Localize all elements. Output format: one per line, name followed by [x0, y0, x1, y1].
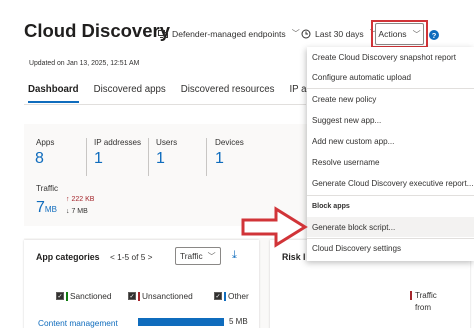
metric-select-value: Traffic	[180, 251, 203, 261]
upload-arrow-icon: ↑	[66, 196, 70, 203]
pager: < 1-5 of 5 >	[110, 252, 152, 262]
help-icon[interactable]: ?	[429, 30, 439, 40]
download-value: 7 MB	[71, 208, 88, 215]
upload-value: 222 KB	[71, 196, 95, 203]
risk-legend: Traffic from	[410, 290, 437, 314]
traffic-number: 7	[36, 199, 45, 216]
stat-users-value[interactable]: 1	[156, 150, 165, 168]
legend-label: Other	[228, 291, 249, 301]
endpoints-filter[interactable]: Defender-managed endpoints ﹀	[158, 28, 300, 39]
stat-traffic-label: Traffic	[36, 184, 59, 193]
risk-card-title: Risk l	[282, 252, 306, 262]
menu-divider	[307, 88, 474, 89]
download-arrow-icon: ↓	[66, 208, 70, 215]
risk-legend-line: from	[415, 303, 431, 312]
other-swatch	[224, 291, 226, 301]
traffic-download: ↓ 7 MB	[66, 208, 88, 215]
stat-ip-label: IP addresses	[94, 138, 142, 147]
category-row-bar	[138, 318, 224, 326]
risk-legend-line: Traffic	[410, 290, 437, 302]
menu-item-add-custom-app[interactable]: Add new custom app...	[312, 137, 394, 146]
menu-item-executive-report[interactable]: Generate Cloud Discovery executive repor…	[312, 179, 474, 188]
menu-item-cloud-discovery-settings[interactable]: Cloud Discovery settings	[312, 244, 401, 253]
legend-label: Sanctioned	[70, 291, 112, 301]
tab-divider	[24, 104, 306, 105]
menu-item-create-snapshot[interactable]: Create Cloud Discovery snapshot report	[312, 53, 456, 62]
chevron-down-icon: ﹀	[291, 29, 300, 38]
menu-divider	[307, 195, 474, 196]
actions-highlight-box	[371, 20, 428, 48]
stat-traffic-value[interactable]: 7MB	[36, 199, 57, 217]
checkbox-icon: ✓	[128, 292, 136, 300]
unsanctioned-swatch	[138, 291, 140, 301]
date-filter[interactable]: Last 30 days ﹀	[301, 28, 378, 39]
traffic-upload: ↑ 222 KB	[66, 196, 94, 203]
menu-item-generate-block-script[interactable]: Generate block script...	[312, 223, 395, 232]
category-row-label[interactable]: Content management	[38, 318, 118, 328]
stat-separator	[206, 138, 207, 176]
chevron-down-icon: ﹀	[207, 251, 216, 261]
page-title: Cloud Discovery	[24, 20, 170, 41]
menu-item-resolve-username[interactable]: Resolve username	[312, 158, 379, 167]
download-icon[interactable]: ⤓	[232, 249, 237, 262]
tab-bar: Dashboard Discovered apps Discovered res…	[28, 84, 341, 103]
stat-devices-label: Devices	[215, 138, 244, 147]
legend-label: Unsanctioned	[142, 291, 193, 301]
traffic-unit: MB	[44, 205, 57, 214]
stat-apps-value[interactable]: 8	[35, 150, 44, 168]
metric-select[interactable]: Traffic ﹀	[175, 247, 221, 265]
stat-separator	[148, 138, 149, 176]
menu-item-create-policy[interactable]: Create new policy	[312, 95, 376, 104]
prev-page-icon[interactable]: <	[110, 252, 115, 262]
next-page-icon[interactable]: >	[148, 252, 153, 262]
stat-apps-label: Apps	[36, 138, 55, 147]
legend-other[interactable]: ✓ Other	[214, 291, 249, 301]
category-row-value: 5 MB	[229, 317, 248, 326]
stat-separator	[86, 138, 87, 176]
tab-discovered-resources[interactable]: Discovered resources	[181, 84, 275, 103]
stat-devices-value[interactable]: 1	[215, 150, 224, 168]
menu-item-suggest-app[interactable]: Suggest new app...	[312, 116, 381, 125]
devices-icon	[158, 29, 168, 39]
risk-swatch	[410, 291, 412, 301]
actions-menu: Create Cloud Discovery snapshot report C…	[307, 47, 474, 261]
sanctioned-swatch	[66, 291, 68, 301]
app-categories-title: App categories	[36, 252, 100, 262]
menu-item-configure-upload[interactable]: Configure automatic upload	[312, 73, 411, 82]
menu-section-block-apps: Block apps	[312, 202, 350, 210]
checkbox-icon: ✓	[214, 292, 222, 300]
legend-unsanctioned[interactable]: ✓ Unsanctioned	[128, 291, 193, 301]
tab-dashboard[interactable]: Dashboard	[28, 84, 79, 103]
tab-discovered-apps[interactable]: Discovered apps	[94, 84, 166, 103]
clock-icon	[301, 29, 311, 39]
red-arrow-annotation	[241, 206, 308, 248]
updated-timestamp: Updated on Jan 13, 2025, 12:51 AM	[29, 60, 140, 67]
stat-ip-value[interactable]: 1	[94, 150, 103, 168]
date-filter-label: Last 30 days	[315, 28, 364, 39]
legend-sanctioned[interactable]: ✓ Sanctioned	[56, 291, 112, 301]
stat-users-label: Users	[156, 138, 178, 147]
checkbox-icon: ✓	[56, 292, 64, 300]
pager-text: 1-5 of 5	[117, 252, 146, 262]
risk-legend-text: Traffic	[415, 291, 437, 300]
menu-divider	[307, 238, 474, 239]
endpoints-filter-label: Defender-managed endpoints	[172, 28, 286, 39]
